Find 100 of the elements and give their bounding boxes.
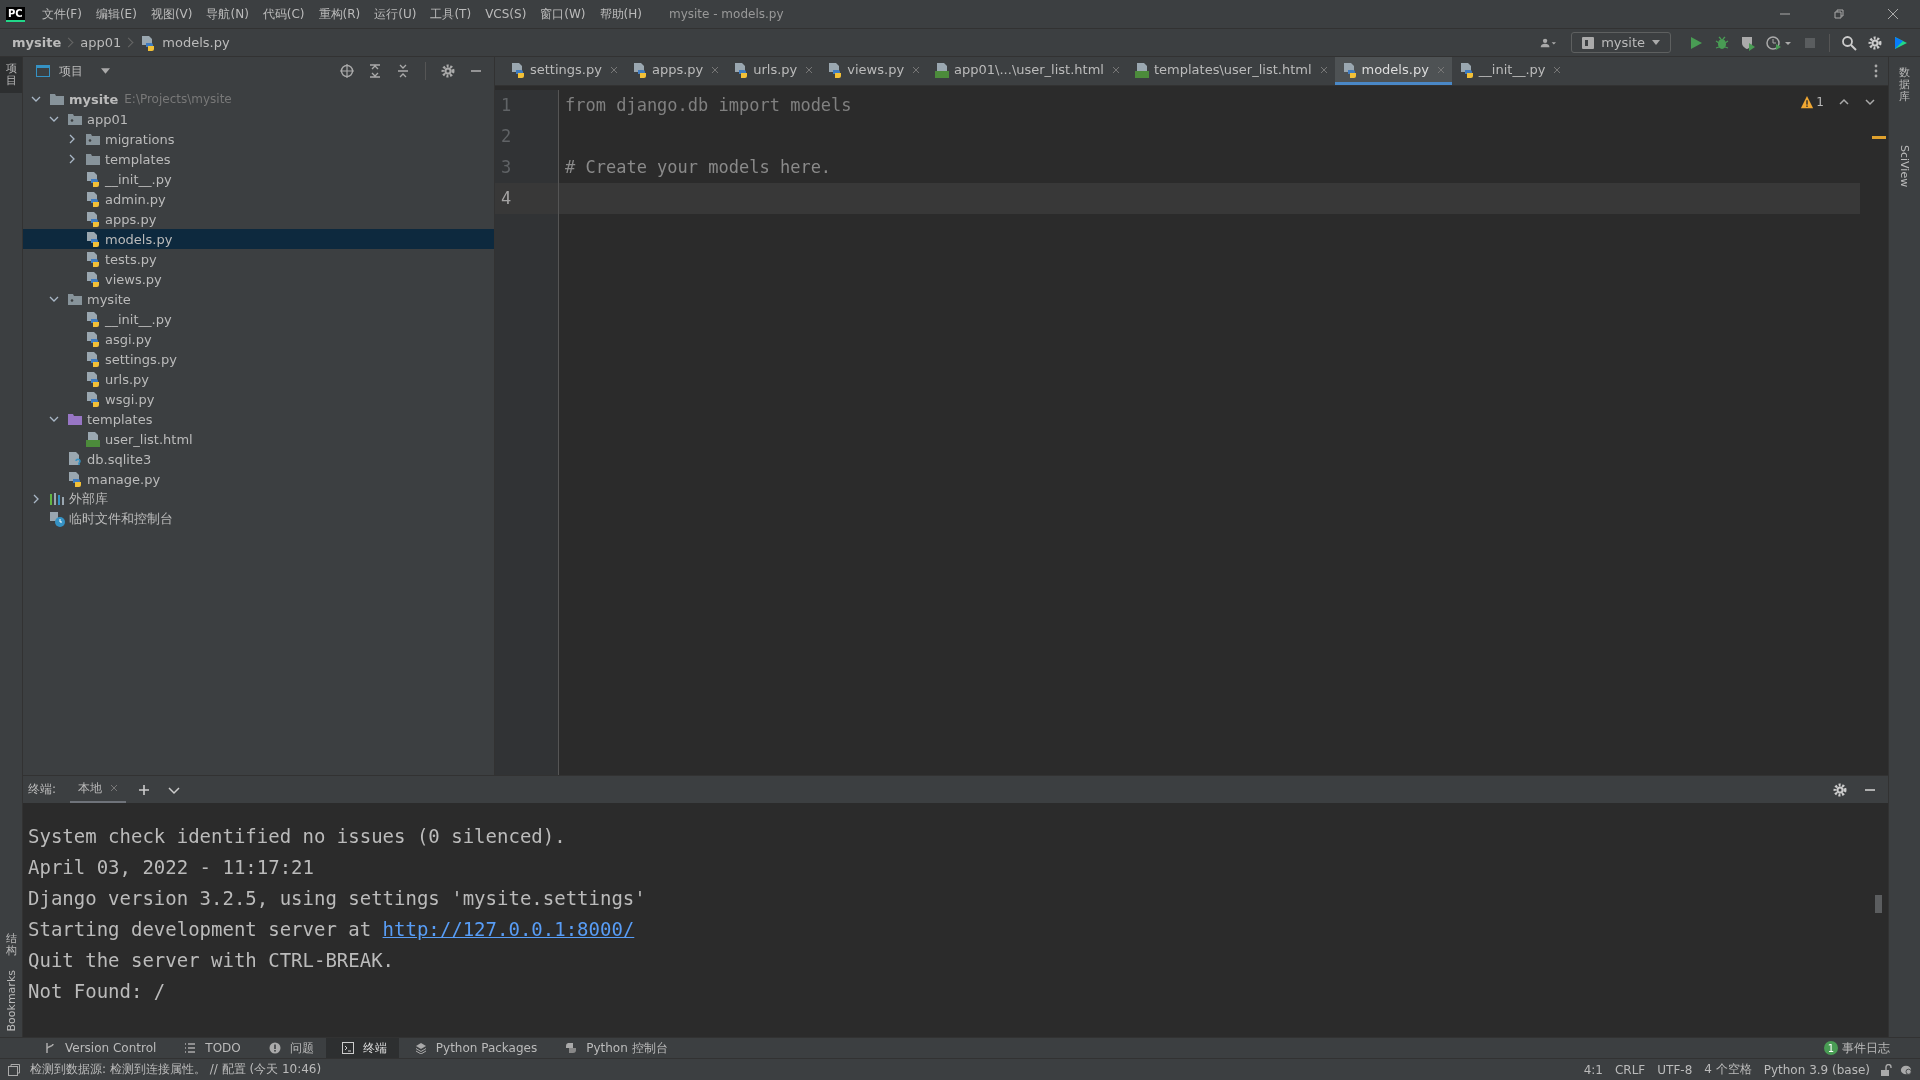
chevron-down-icon[interactable] [31, 94, 41, 104]
tool-window-tab[interactable]: 终端 [325, 1038, 399, 1058]
warning-marker[interactable] [1872, 136, 1886, 139]
tool-window-button[interactable]: 结构 [0, 927, 22, 964]
menu-item[interactable]: 运行(U) [367, 5, 424, 23]
tree-item[interactable]: wsgi.py [23, 389, 494, 409]
chevron-right-icon[interactable] [67, 154, 77, 164]
tree-item[interactable]: 外部库 [23, 489, 494, 509]
close-icon[interactable] [1553, 65, 1562, 74]
unlock-icon[interactable] [1880, 1063, 1892, 1076]
status-item[interactable]: UTF-8 [1657, 1062, 1693, 1077]
tool-window-button[interactable]: SciView [1889, 139, 1920, 194]
status-item[interactable]: 4:1 [1583, 1062, 1603, 1077]
warning-count[interactable]: 1 [1816, 95, 1824, 109]
close-icon[interactable] [711, 65, 720, 74]
run-configuration-dropdown[interactable]: mysite [1571, 32, 1671, 53]
tree-item[interactable]: asgi.py [23, 329, 494, 349]
tree-item[interactable]: app01 [23, 109, 494, 129]
tree-item[interactable]: views.py [23, 269, 494, 289]
close-icon[interactable] [1319, 65, 1328, 74]
close-icon[interactable] [110, 784, 119, 792]
menu-item[interactable]: 窗口(W) [533, 5, 593, 23]
menu-item[interactable]: 帮助(H) [592, 5, 649, 23]
tree-item[interactable]: db.sqlite3 [23, 449, 494, 469]
tool-window-tab[interactable]: Version Control [28, 1038, 169, 1058]
tree-item[interactable]: __init__.py [23, 309, 494, 329]
tool-window-button[interactable]: 数据库 [1889, 61, 1920, 110]
editor-tab[interactable]: settings.py [503, 57, 625, 85]
tree-item[interactable]: mysite [23, 289, 494, 309]
menu-item[interactable]: 编辑(E) [88, 5, 144, 23]
status-item[interactable]: CRLF [1614, 1062, 1646, 1077]
search-icon[interactable] [1841, 34, 1857, 51]
tool-window-button[interactable]: 项目 [0, 57, 22, 94]
menu-item[interactable]: 文件(F) [34, 5, 89, 23]
menu-item[interactable]: 导航(N) [199, 5, 256, 23]
restore-icon[interactable] [1833, 8, 1845, 20]
breadcrumb-item[interactable]: app01 [80, 35, 122, 50]
tree-item[interactable]: 临时文件和控制台 [23, 509, 494, 529]
menu-item[interactable]: 视图(V) [143, 5, 200, 23]
close-icon[interactable] [912, 65, 921, 74]
status-message[interactable]: 检测到数据源: 检测到连接属性。 // 配置 (今天 10:46) [30, 1061, 322, 1078]
editor-tab[interactable]: app01\...\user_list.html [927, 57, 1127, 85]
editor-tab[interactable]: templates\user_list.html [1126, 57, 1335, 85]
chevron-down-icon[interactable] [49, 114, 59, 124]
inspector-icon[interactable] [1900, 1063, 1912, 1076]
event-log-button[interactable]: 事件日志 [1842, 1039, 1890, 1057]
tool-window-button[interactable]: Bookmarks [0, 963, 22, 1037]
tool-window-tab[interactable]: Python 控制台 [549, 1038, 680, 1058]
status-item[interactable]: Python 3.9 (base) [1763, 1062, 1870, 1077]
editor-tab[interactable]: models.py [1334, 57, 1452, 85]
bug-icon[interactable] [1714, 34, 1730, 51]
editor-tab[interactable]: urls.py [726, 57, 821, 85]
menu-item[interactable]: 重构(R) [311, 5, 368, 23]
url-link[interactable]: http://127.0.0.1:8000/ [382, 918, 635, 940]
tree-item[interactable]: models.py [23, 229, 494, 249]
status-item[interactable]: 4 个空格 [1704, 1061, 1752, 1078]
expand-all-icon[interactable] [367, 63, 383, 79]
tree-item[interactable]: tests.py [23, 249, 494, 269]
menu-item[interactable]: VCS(S) [478, 7, 534, 21]
chevron-right-icon[interactable] [67, 134, 77, 144]
tree-item[interactable]: templates [23, 409, 494, 429]
chevron-down-icon[interactable] [49, 414, 59, 424]
clock-icon[interactable] [1766, 34, 1792, 51]
panel-title[interactable]: 项目 [59, 62, 83, 80]
menu-item[interactable]: 代码(C) [255, 5, 312, 23]
shield-icon[interactable] [1740, 34, 1756, 51]
collapse-all-icon[interactable] [395, 63, 411, 79]
chevron-right-icon[interactable] [31, 494, 41, 504]
scrollbar-thumb[interactable] [1875, 895, 1882, 913]
close-icon[interactable] [1111, 65, 1120, 74]
panel-toggle-icon[interactable] [8, 1063, 20, 1076]
tree-item[interactable]: templates [23, 149, 494, 169]
close-icon[interactable] [805, 65, 814, 74]
tool-window-tab[interactable]: Python Packages [398, 1038, 550, 1058]
tree-item[interactable]: urls.py [23, 369, 494, 389]
locate-icon[interactable] [339, 63, 355, 79]
chevron-down-icon[interactable] [49, 294, 59, 304]
tree-item[interactable]: apps.py [23, 209, 494, 229]
editor-tab[interactable]: __init__.py [1451, 57, 1569, 85]
close-icon[interactable] [609, 65, 618, 74]
tree-item[interactable]: settings.py [23, 349, 494, 369]
menu-item[interactable]: 工具(T) [423, 5, 479, 23]
tree-item[interactable]: admin.py [23, 189, 494, 209]
breadcrumb-item[interactable]: models.py [140, 34, 230, 51]
close-icon[interactable] [1887, 8, 1899, 20]
caret-icon[interactable] [101, 68, 110, 74]
settings-icon[interactable] [440, 63, 456, 79]
settings-icon[interactable] [1867, 34, 1883, 51]
breadcrumb-item[interactable]: mysite [12, 35, 62, 50]
plugin-logo-icon[interactable] [1893, 34, 1909, 51]
tree-item[interactable]: user_list.html [23, 429, 494, 449]
tool-window-tab[interactable]: TODO [168, 1038, 253, 1058]
editor-tab[interactable]: apps.py [624, 57, 727, 85]
tree-item[interactable]: mysite E:\Projects\mysite [23, 89, 494, 109]
tree-item[interactable]: manage.py [23, 469, 494, 489]
tree-item[interactable]: __init__.py [23, 169, 494, 189]
settings-icon[interactable] [1832, 781, 1848, 798]
tool-window-tab[interactable]: 问题 [252, 1038, 326, 1058]
tree-item[interactable]: migrations [23, 129, 494, 149]
editor-tab[interactable]: views.py [820, 57, 928, 85]
